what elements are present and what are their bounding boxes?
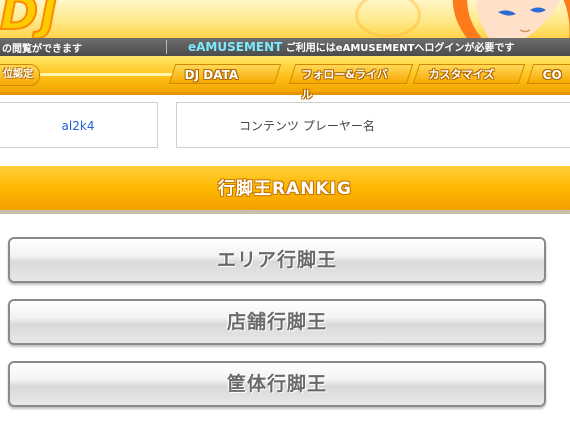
mascot-character-image [452,0,570,38]
eamusement-link[interactable]: eAMUSEMENT [188,40,282,54]
info-divider [166,40,167,54]
nav-item-co[interactable]: CO [526,64,570,84]
player-name-box: al2k4 [0,102,158,148]
section-header: 行脚王RANKIG [0,166,570,214]
content-player-box: コンテンツ プレーヤー名 [176,102,570,148]
nav-item-rank-certification[interactable]: 位認定 [0,64,40,86]
nav-item-label: CO [542,68,562,82]
notice-left-text: の閲覧ができます [2,44,82,55]
site-logo[interactable]: DJ [0,0,59,38]
cabinet-ranking-button[interactable]: 筐体行脚王 [8,361,546,407]
nav-item-label: 位認定 [3,69,33,80]
area-ranking-button[interactable]: エリア行脚王 [8,237,546,283]
player-name-link[interactable]: al2k4 [62,119,95,133]
nav-item-label: フォロー&ライバル [301,68,388,101]
decorative-ring [355,0,421,38]
nav-item-label: カスタマイズ [428,68,495,81]
nav-item-follow-rival[interactable]: フォロー&ライバル [288,64,414,101]
main-nav: 位認定 DJ DATA フォロー&ライバル カスタマイズ CO [0,56,570,101]
page-title: 行脚王RANKIG [218,179,352,199]
nav-item-customize[interactable]: カスタマイズ [412,64,526,84]
store-ranking-button[interactable]: 店舗行脚王 [8,299,546,345]
top-banner: DJ [0,0,570,38]
info-strip: の閲覧ができます eAMUSEMENT ご利用にはeAMUSEMENTへログイン… [0,38,570,56]
nav-track [40,73,180,76]
login-notice: eAMUSEMENT ご利用にはeAMUSEMENTへログインが必要です [188,39,514,54]
nav-item-label: DJ DATA [184,68,239,82]
nav-item-dj-data[interactable]: DJ DATA [168,64,282,84]
content-player-label: コンテンツ プレーヤー名 [239,119,375,133]
login-notice-text: ご利用にはeAMUSEMENTへログインが必要です [282,43,515,54]
